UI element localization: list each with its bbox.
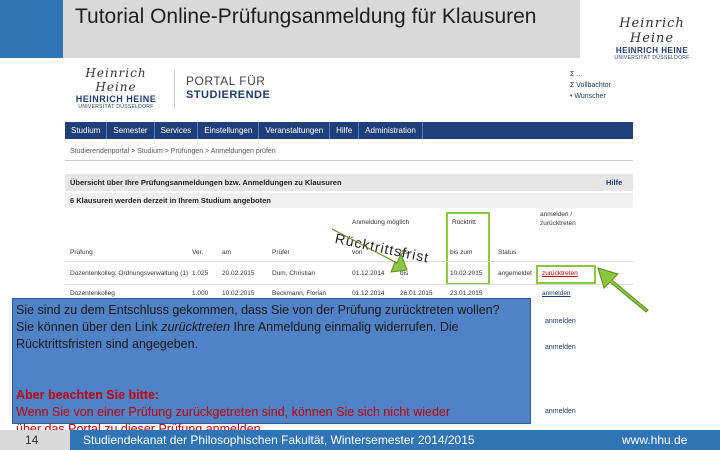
- nav-hilfe[interactable]: Hilfe: [330, 122, 360, 139]
- breadcrumb[interactable]: Studierendenportal > Studium > Prüfungen…: [70, 148, 276, 155]
- row1-status: angemeldet: [498, 270, 532, 277]
- panel-subtitle: 6 Klausuren werden derzeit in Ihrem Stud…: [70, 196, 271, 205]
- hhu-logo: Heinrich Heine HEINRICH HEINE UNIVERSITÄ…: [596, 16, 708, 61]
- logo-name: HEINRICH HEINE: [615, 46, 689, 55]
- anmelden-link[interactable]: anmelden: [545, 408, 576, 415]
- portal-logo-signature: Heinrich Heine: [85, 66, 147, 94]
- anmelden-link[interactable]: anmelden: [545, 318, 576, 325]
- callout-warning: Aber beachten Sie bitte: Wenn Sie von ei…: [16, 387, 528, 421]
- divider: [65, 160, 633, 161]
- logo-subtitle: UNIVERSITÄT DÜSSELDORF: [614, 55, 690, 61]
- quicklinks: Σ ... Σ Vollbachtor • Wunscher: [570, 69, 611, 102]
- footer-text: Studiendekanat der Philosophischen Fakul…: [83, 433, 475, 447]
- help-link[interactable]: Hilfe: [606, 178, 622, 187]
- column-header-anmelden: anmelden / zurücktreten: [540, 211, 576, 227]
- row2-am: 10.02.2015: [222, 290, 255, 297]
- anmelden-link[interactable]: anmelden: [545, 344, 576, 351]
- logo-signature: Heinrich Heine: [619, 16, 685, 46]
- callout-link-term: zurücktreten: [161, 320, 231, 334]
- row1-bis: bis: [400, 270, 409, 277]
- column-header-am: am: [222, 249, 232, 256]
- portal-screenshot: Heinrich Heine HEINRICH HEINE UNIVERSITÄ…: [62, 62, 640, 302]
- row1-bis-zum: 10.02.2015: [450, 270, 483, 277]
- row2-bis-zum: 23.01.2015: [450, 290, 483, 297]
- nav-veranstaltungen[interactable]: Veranstaltungen: [259, 122, 331, 139]
- callout-text: Sie sind zu dem Entschluss gekommen, das…: [16, 302, 528, 353]
- row2-pruefung: Dozentenkolleg: [70, 290, 115, 297]
- row1-pruefer: Dum, Christian: [272, 270, 315, 277]
- row-divider: [65, 261, 633, 262]
- portal-logo-name: HEINRICH HEINE: [75, 94, 157, 104]
- nav-einstellungen[interactable]: Einstellungen: [198, 122, 260, 139]
- row1-pruefung: Dozentenkolleg: Ordnungsverwaltung (1): [70, 270, 189, 277]
- callout-question: Sie sind zu dem Entschluss gekommen, das…: [16, 303, 500, 317]
- quicklink-2[interactable]: Σ Vollbachtor: [570, 80, 611, 91]
- portal-logo-subtitle: UNIVERSITÄT DÜSSELDORF: [78, 104, 154, 110]
- nav-services[interactable]: Services: [155, 122, 199, 139]
- column-header-ver: Ver.: [192, 249, 204, 256]
- warning-text: Wenn Sie von einer Prüfung zurückgetrete…: [16, 405, 451, 419]
- row1-am: 20.02.2015: [222, 270, 255, 277]
- column-header-status: Status: [498, 249, 517, 256]
- row1-von: 01.12.2014: [352, 270, 385, 277]
- slide-left-bar: [0, 0, 63, 58]
- callout-instruction-prefix: Sie können über den Link: [16, 320, 162, 334]
- zuruecktreten-highlight: [536, 265, 596, 284]
- portal-logo: Heinrich Heine HEINRICH HEINE UNIVERSITÄ…: [66, 66, 166, 110]
- column-header-pruefung: Prüfung: [70, 249, 93, 256]
- nav-administration[interactable]: Administration: [359, 122, 423, 139]
- column-header-pruefer: Prüfer: [272, 249, 290, 256]
- nav-semester[interactable]: Semester: [107, 122, 155, 139]
- row2-von: 01.12.2014: [352, 290, 385, 297]
- callout-instruction: Sie können über den Link zurücktreten Ih…: [16, 319, 528, 353]
- row2-pruefer: Beckmann, Florian: [272, 290, 327, 297]
- panel-title: Übersicht über Ihre Prüfungsanmeldungen …: [70, 178, 342, 187]
- row2-bis: 26.01.2015: [400, 290, 433, 297]
- row1-ver: 1.025: [192, 270, 209, 277]
- main-navigation: Studium Semester Services Einstellungen …: [65, 122, 633, 139]
- page-number: 14: [0, 430, 70, 450]
- quicklink-3[interactable]: • Wunscher: [570, 91, 611, 102]
- portal-header-line1: PORTAL FÜR: [186, 74, 266, 88]
- header-divider: [174, 70, 175, 108]
- nav-studium[interactable]: Studium: [65, 122, 108, 139]
- slide-title: Tutorial Online-Prüfungsanmeldung für Kl…: [75, 5, 537, 28]
- warning-title: Aber beachten Sie bitte:: [16, 388, 160, 402]
- quicklink-1[interactable]: Σ ...: [570, 69, 611, 80]
- row2-ver: 1.000: [192, 290, 209, 297]
- header-anmeldung-moeglich: Anmeldung möglich: [352, 219, 410, 226]
- row2-anmelden-link[interactable]: anmelden: [542, 290, 571, 297]
- warning-overflow-text: über das Portal zu dieser Prüfung anmeld…: [16, 422, 265, 430]
- footer-url[interactable]: www.hhu.de: [622, 430, 687, 450]
- row-divider: [65, 284, 633, 285]
- portal-header-line2: STUDIERENDE: [186, 89, 271, 101]
